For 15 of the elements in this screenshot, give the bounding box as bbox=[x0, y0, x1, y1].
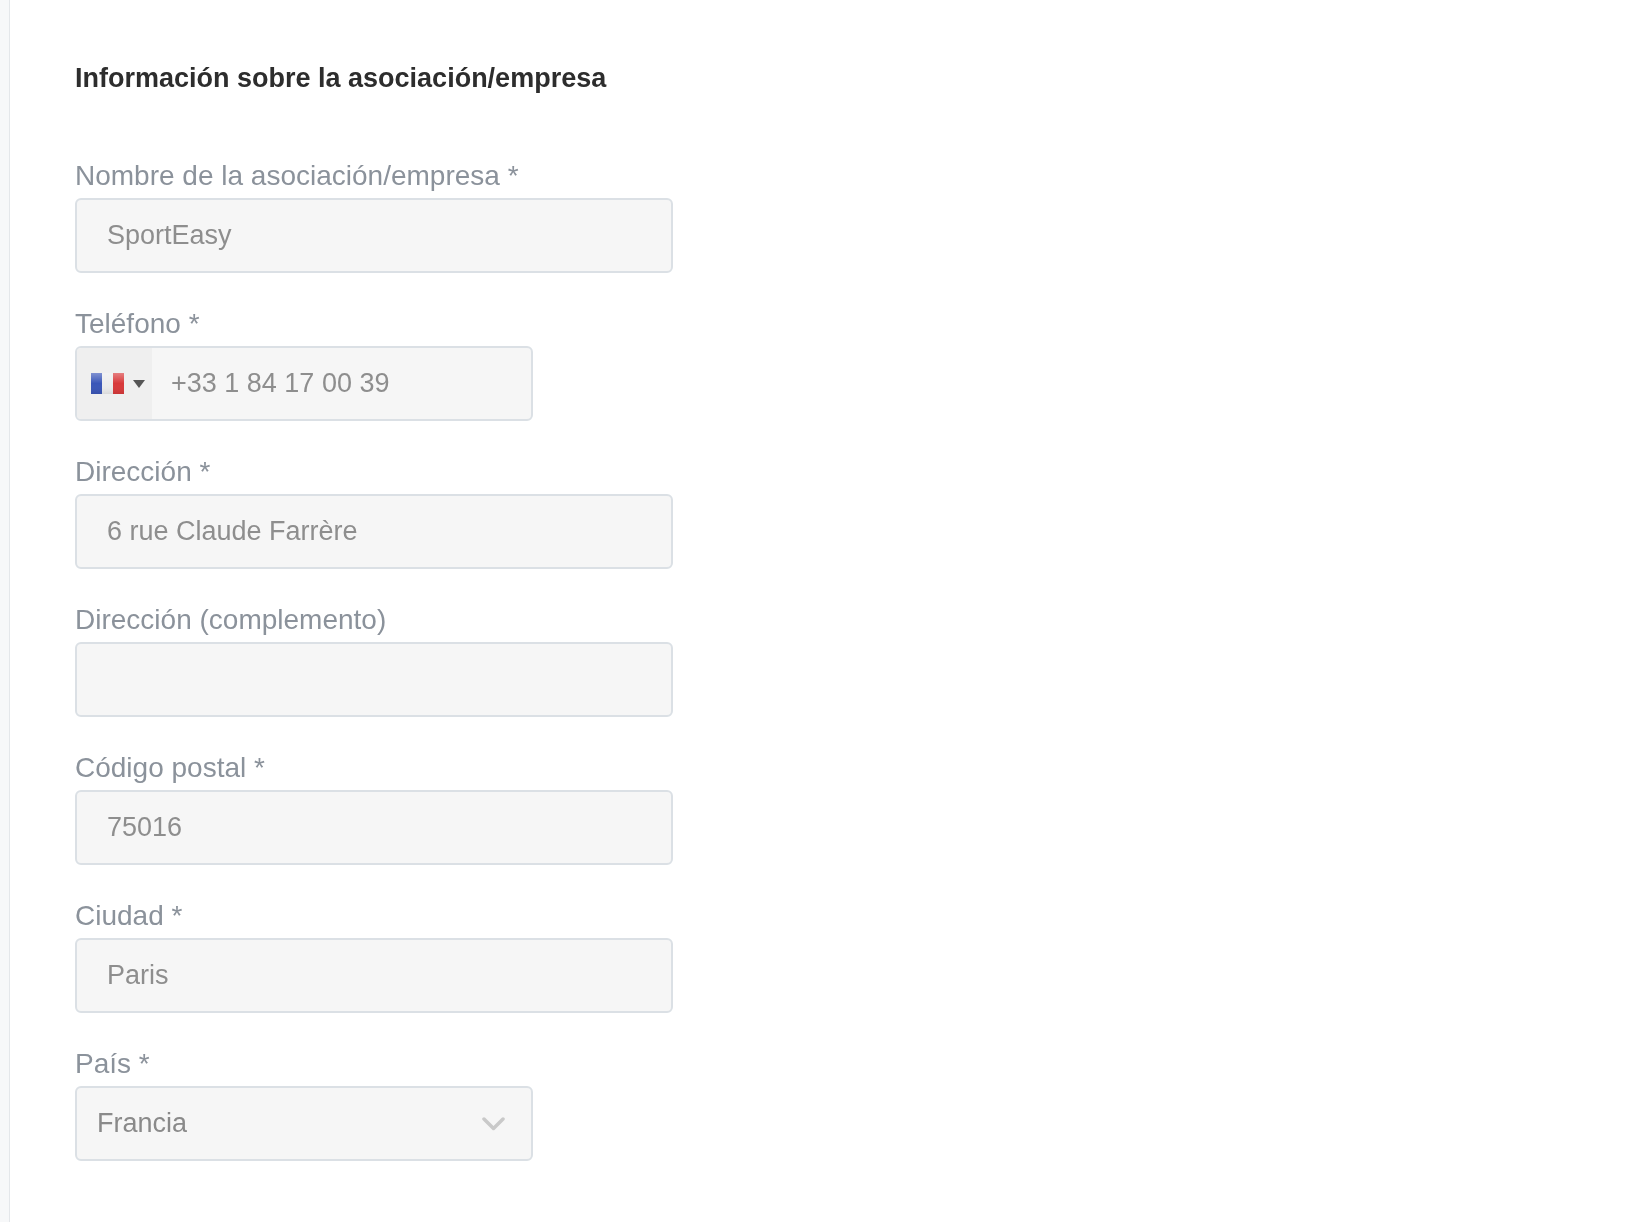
field-label: Ciudad * bbox=[75, 900, 183, 932]
section-title: Información sobre la asociación/empresa bbox=[75, 62, 607, 94]
text-field[interactable]: 75016 bbox=[75, 790, 673, 865]
field-label: País * bbox=[75, 1048, 150, 1080]
field-label: Dirección * bbox=[75, 456, 211, 488]
chevron-down-icon bbox=[482, 1116, 505, 1131]
text-field[interactable] bbox=[75, 642, 673, 717]
field-label: Dirección (complemento) bbox=[75, 604, 387, 636]
field-label: Teléfono * bbox=[75, 308, 200, 340]
field-label: Código postal * bbox=[75, 752, 265, 784]
country-select[interactable]: Francia bbox=[75, 1086, 533, 1161]
field-label: Nombre de la asociación/empresa * bbox=[75, 160, 519, 192]
text-field[interactable]: Paris bbox=[75, 938, 673, 1013]
text-field[interactable]: 6 rue Claude Farrère bbox=[75, 494, 673, 569]
text-field[interactable]: SportEasy bbox=[75, 198, 673, 273]
